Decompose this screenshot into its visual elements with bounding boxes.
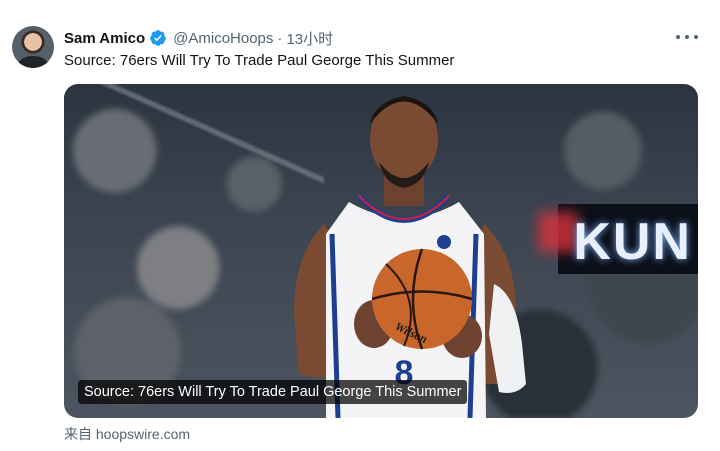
source-domain-link[interactable]: hoopswire.com xyxy=(96,426,190,442)
tweet-media-image[interactable]: KUN 8 Wilson Source: 76ers Will Try To T… xyxy=(64,84,698,418)
player-illustration: 8 Wilson xyxy=(254,84,554,418)
verified-badge-icon xyxy=(150,30,167,46)
source-line: 来自 hoopswire.com xyxy=(64,424,190,444)
media-caption: Source: 76ers Will Try To Trade Paul Geo… xyxy=(78,380,468,404)
tweet-timestamp[interactable]: 13小时 xyxy=(286,28,333,49)
author-handle[interactable]: @AmicoHoops xyxy=(173,30,273,47)
more-options-icon[interactable] xyxy=(676,27,698,47)
tweet-text: Source: 76ers Will Try To Trade Paul Geo… xyxy=(64,52,455,69)
source-prefix: 来自 xyxy=(64,426,92,442)
player-svg: 8 Wilson xyxy=(294,96,526,418)
header-separator: · xyxy=(277,29,283,47)
author-name[interactable]: Sam Amico xyxy=(64,30,145,47)
more-dot xyxy=(685,35,689,39)
more-dot xyxy=(694,35,698,39)
avatar-shirt xyxy=(18,56,48,68)
scoreboard-text: KUN xyxy=(573,213,692,271)
tweet-header: Sam Amico @AmicoHoops · 13小时 xyxy=(64,27,704,49)
author-avatar[interactable] xyxy=(12,26,54,68)
more-dot xyxy=(676,35,680,39)
